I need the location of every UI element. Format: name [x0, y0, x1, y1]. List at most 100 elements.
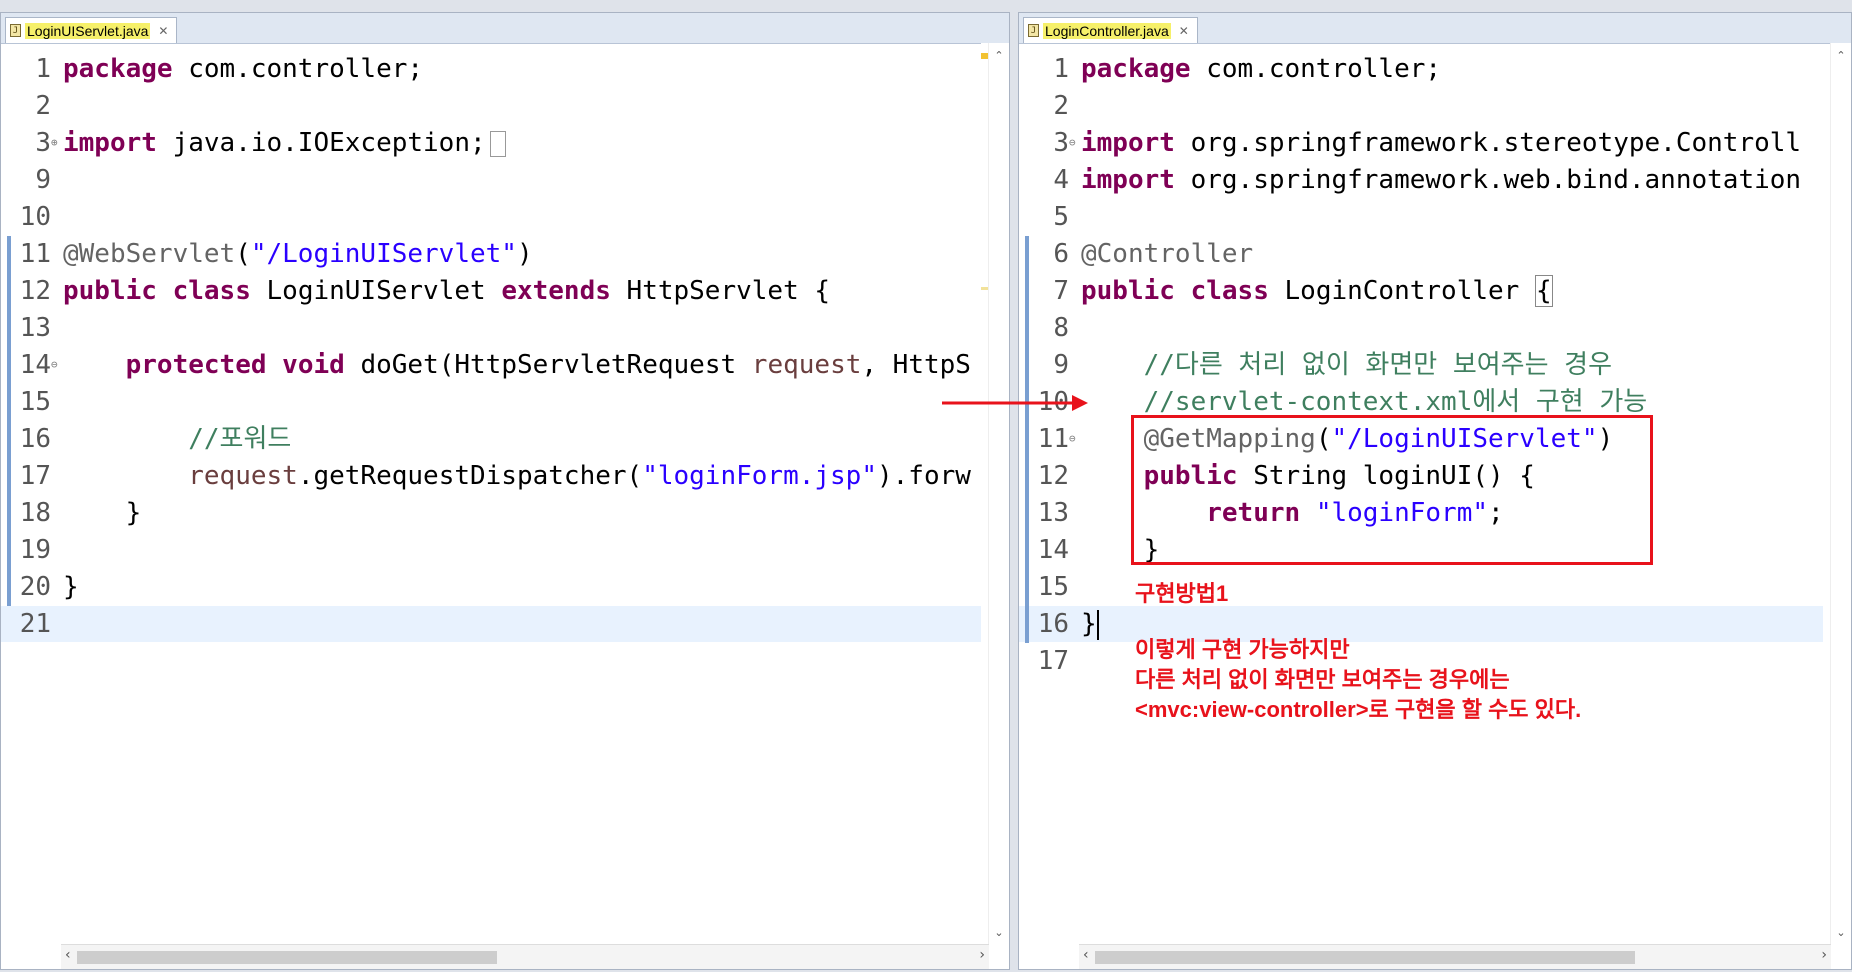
vertical-scrollbar[interactable]: ⌃ ⌄ — [988, 43, 1009, 945]
code-token: java.io.IOException; — [156, 128, 486, 158]
code-token: public — [1081, 276, 1175, 306]
scroll-thumb[interactable] — [77, 951, 497, 964]
tab-loginuiservlet[interactable]: J LoginUIServlet.java ✕ — [5, 17, 178, 43]
code-line[interactable]: 12 public class LoginUIServlet extends Ht… — [1, 273, 981, 309]
scroll-up-icon[interactable]: ⌃ — [989, 49, 1009, 62]
vertical-scrollbar[interactable]: ⌃ ⌄ — [1830, 43, 1851, 945]
tab-logincontroller[interactable]: J LoginController.java ✕ — [1023, 17, 1198, 43]
code-text: //포워드 — [63, 421, 291, 457]
java-file-icon: J — [10, 24, 21, 37]
code-text: public class LoginController { — [1081, 273, 1553, 309]
scroll-down-icon[interactable]: ⌄ — [989, 926, 1009, 939]
code-token: LoginUIServlet — [250, 276, 502, 306]
code-text: protected void doGet(HttpServletRequest … — [63, 347, 971, 383]
code-token: ( — [235, 239, 251, 269]
fold-toggle-icon[interactable]: ⊖ — [1069, 125, 1076, 161]
code-token: request — [188, 461, 298, 491]
code-token: class — [1190, 276, 1269, 306]
code-token: package — [1081, 54, 1191, 84]
code-line[interactable]: 1 package com.controller; — [1, 51, 981, 87]
code-line[interactable]: 14 ⊖ protected void doGet(HttpServletRequ… — [1, 347, 981, 383]
code-line[interactable]: 20} — [1, 569, 981, 605]
code-line[interactable]: 5 — [1019, 199, 1823, 235]
code-line[interactable]: 9 — [1, 162, 981, 198]
line-number: 1 — [35, 54, 51, 84]
line-number: 2 — [35, 91, 51, 121]
note-line: <mvc:view-controller>로 구현을 할 수도 있다. — [1135, 697, 1582, 722]
scroll-left-icon[interactable]: ‹ — [65, 947, 71, 963]
code-token: public — [63, 276, 157, 306]
code-line[interactable]: 4 import org.springframework.web.bind.ann… — [1019, 162, 1823, 198]
left-tabbar: J LoginUIServlet.java ✕ — [1, 13, 1009, 44]
code-line[interactable]: 8 — [1019, 310, 1823, 346]
code-token: LoginController — [1268, 276, 1535, 306]
line-number: 3 — [1053, 128, 1069, 158]
code-token: "/LoginUIServlet" — [250, 239, 517, 269]
scroll-up-icon[interactable]: ⌃ — [1831, 49, 1851, 62]
left-code-area[interactable]: 1 package com.controller; 2 3 ⊕ import java.i… — [1, 43, 1009, 945]
code-text: //다른 처리 없이 화면만 보여주는 경우 — [1081, 347, 1612, 383]
code-line[interactable]: 18 } — [1, 495, 981, 531]
code-line[interactable]: 17 request.getRequestDispatcher("loginFo… — [1, 458, 981, 494]
code-token: ) — [516, 239, 533, 269]
code-token: @WebServlet — [63, 239, 236, 269]
code-text: public class LoginUIServlet extends Http… — [63, 273, 830, 309]
collapsed-imports-icon[interactable] — [489, 130, 506, 157]
code-line[interactable]: 2 — [1, 88, 981, 124]
highlight-box — [1131, 415, 1653, 565]
code-line[interactable]: 16 //포워드 — [1, 421, 981, 457]
code-line[interactable]: 11 @WebServlet("/LoginUIServlet") — [1, 236, 981, 272]
note-line: 다른 처리 없이 화면만 보여주는 경우에는 — [1135, 667, 1510, 692]
code-token: import — [1081, 165, 1175, 195]
line-number: 2 — [1053, 91, 1069, 121]
code-token: class — [172, 276, 251, 306]
close-icon[interactable]: ✕ — [158, 24, 168, 38]
left-editor: J LoginUIServlet.java ✕ 1 package com.con… — [0, 12, 1010, 970]
code-token: @Controller — [1081, 239, 1254, 269]
code-line[interactable]: 13 — [1, 310, 981, 346]
code-token: org.springframework.stereotype.Controll — [1174, 128, 1802, 158]
code-token: } — [63, 572, 79, 602]
code-line[interactable]: 6 @Controller — [1019, 236, 1823, 272]
horizontal-scrollbar[interactable]: ‹ › — [1079, 944, 1831, 969]
code-line[interactable]: 7 public class LoginController { — [1019, 273, 1823, 309]
change-marker — [7, 236, 11, 606]
code-token: //포워드 — [188, 424, 292, 454]
code-text: package com.controller; — [63, 51, 423, 87]
scroll-right-icon[interactable]: › — [979, 947, 985, 963]
code-text: @WebServlet("/LoginUIServlet") — [63, 236, 533, 272]
code-line[interactable]: 9 //다른 처리 없이 화면만 보여주는 경우 — [1019, 347, 1823, 383]
fold-toggle-icon[interactable]: ⊖ — [1069, 421, 1076, 457]
line-number: 21 — [19, 609, 51, 639]
scroll-right-icon[interactable]: › — [1821, 947, 1827, 963]
code-token: } — [63, 498, 142, 528]
code-line[interactable]: 15 — [1, 384, 981, 420]
code-line[interactable]: 21 — [1, 606, 981, 642]
code-line[interactable]: 1 package com.controller; — [1019, 51, 1823, 87]
code-line[interactable]: 2 — [1019, 88, 1823, 124]
code-line[interactable]: 3 ⊖ import org.springframework.stereotype.… — [1019, 125, 1823, 161]
scroll-down-icon[interactable]: ⌄ — [1831, 926, 1851, 939]
line-number: 4 — [1053, 165, 1069, 195]
code-token: extends — [501, 276, 611, 306]
scroll-left-icon[interactable]: ‹ — [1083, 947, 1089, 963]
tab-label: LoginController.java — [1043, 22, 1171, 39]
code-token: com.controller; — [172, 54, 424, 84]
code-line[interactable]: 19 — [1, 532, 981, 568]
fold-toggle-icon[interactable]: ⊕ — [51, 125, 58, 161]
code-token: //servlet-context.xml에서 구현 가능 — [1143, 387, 1648, 417]
fold-toggle-icon[interactable]: ⊖ — [51, 347, 58, 383]
code-line[interactable]: 10 — [1, 199, 981, 235]
scroll-thumb[interactable] — [1095, 951, 1635, 964]
code-line[interactable]: 3 ⊕ import java.io.IOException; — [1, 125, 981, 161]
close-icon[interactable]: ✕ — [1179, 24, 1189, 38]
code-text: import org.springframework.web.bind.anno… — [1081, 162, 1801, 198]
line-number: 9 — [35, 165, 51, 195]
horizontal-scrollbar[interactable]: ‹ › — [61, 944, 989, 969]
